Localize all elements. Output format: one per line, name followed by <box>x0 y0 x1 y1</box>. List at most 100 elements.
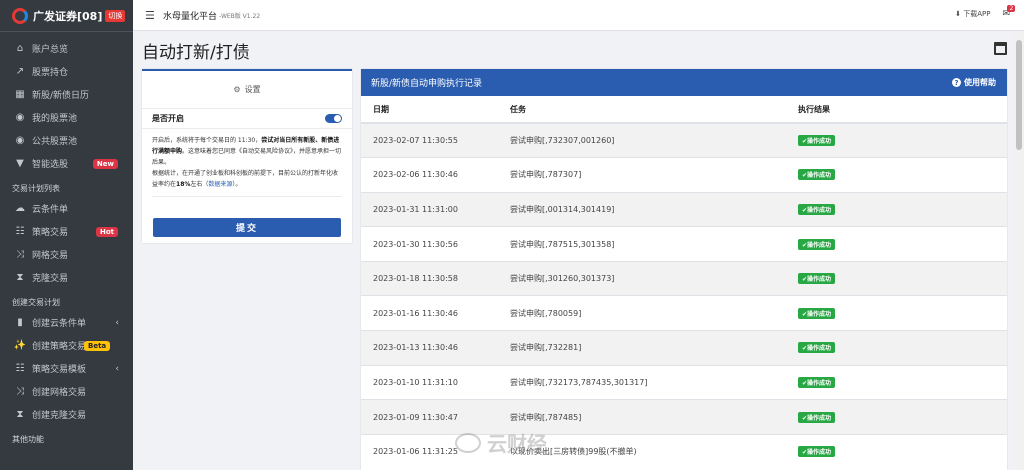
cell-date: 2023-01-18 11:30:58 <box>361 260 498 296</box>
sidebar-item[interactable]: ✨ 创建策略交易 Beta <box>0 334 133 357</box>
sidebar-item[interactable]: ↗ 股票持仓 <box>0 60 133 83</box>
help-link[interactable]: ? 使用帮助 <box>952 77 996 88</box>
sidebar-item-label: 网格交易 <box>32 251 69 261</box>
sidebar-item[interactable]: ⧗ 克隆交易 <box>0 266 133 289</box>
cell-result: 操作成功 <box>786 295 1007 331</box>
hourglass-icon: ⧗ <box>16 272 24 283</box>
cell-result: 操作成功 <box>786 399 1007 435</box>
cell-task: 尝试申购[,001314,301419] <box>498 191 786 227</box>
cell-result: 操作成功 <box>786 364 1007 400</box>
sidebar-item-label: 股票持仓 <box>32 68 69 78</box>
sidebar-item-label: 策略交易模板 <box>32 365 87 375</box>
cell-task: 尝试申购[,301260,301373] <box>498 260 786 296</box>
cell-task: 尝试申购[,787515,301358] <box>498 226 786 262</box>
cell-result: 操作成功 <box>786 226 1007 262</box>
gear-icon: ⚙ <box>233 85 241 94</box>
table-row: 2023-01-31 11:31:00尝试申购[,001314,301419] 操… <box>361 191 1007 227</box>
sitemap-icon: ☷ <box>15 363 25 374</box>
status-badge: 操作成功 <box>798 238 836 250</box>
page-scrollbar[interactable] <box>1014 32 1024 470</box>
cell-date: 2023-02-07 11:30:55 <box>361 122 498 158</box>
status-badge: 操作成功 <box>798 203 836 215</box>
enable-toggle[interactable] <box>325 114 342 123</box>
filter-icon: ▼ <box>16 158 24 169</box>
sidebar-item-label: 公共股票池 <box>32 137 78 147</box>
sidebar-item[interactable]: ⧗ 创建克隆交易 <box>0 403 133 426</box>
brand-name: 广发证券[08] <box>33 9 103 23</box>
sidebar-item[interactable]: ◉ 公共股票池 <box>0 129 133 152</box>
cell-result: 操作成功 <box>786 157 1007 193</box>
sidebar-section-other: 其他功能 <box>12 435 44 444</box>
sidebar-item-label: 创建策略交易 <box>32 342 87 352</box>
hamburger-menu-icon[interactable]: ☰ <box>145 9 155 22</box>
switch-account-button[interactable]: 切换 <box>105 9 126 22</box>
sidebar-item[interactable]: ▮ 创建云条件单 ‹ <box>0 311 133 334</box>
records-title: 新股/新债自动申购执行记录 <box>371 79 483 89</box>
data-source-link[interactable]: 数据来源 <box>208 181 232 188</box>
sidebar-section-plans: 交易计划列表 <box>12 184 60 193</box>
topbar: ☰ 水母量化平台 -WEB版 V1.22 ⬇ 下载APP ✉ 2 <box>133 0 1024 31</box>
sidebar-item[interactable]: ▦ 新股/新债日历 <box>0 83 133 106</box>
sidebar-item[interactable]: ☷ 策略交易 Hot <box>0 220 133 243</box>
chevron-left-icon: ‹ <box>115 317 119 328</box>
sidebar-item-label: 策略交易 <box>32 228 69 238</box>
table-row: 2023-01-16 11:30:46尝试申购[,780059] 操作成功 <box>361 295 1007 331</box>
sidebar-item-label: 创建网格交易 <box>32 388 87 398</box>
settings-header-label: 设置 <box>244 85 261 94</box>
sidebar-item[interactable]: ▼ 智能选股 New <box>0 152 133 175</box>
desc-text: ）。 <box>232 181 242 188</box>
chart-line-icon: ↗ <box>15 66 25 77</box>
table-row: 2023-01-18 11:30:58尝试申购[,301260,301373] 操… <box>361 260 1007 296</box>
cloud-icon: ☁ <box>15 203 25 214</box>
sidebar-item[interactable]: ⤨ 创建网格交易 <box>0 380 133 403</box>
message-count-badge: 2 <box>1007 5 1016 12</box>
sidebar-item[interactable]: ⤨ 网格交易 <box>0 243 133 266</box>
download-icon: ⬇ <box>955 10 961 18</box>
submit-button[interactable]: 提交 <box>153 218 341 237</box>
settings-header: ⚙ 设置 <box>142 71 352 109</box>
status-badge: 操作成功 <box>798 307 836 319</box>
download-app-link[interactable]: ⬇ 下载APP <box>955 9 990 19</box>
sitemap-icon: ☷ <box>15 226 25 237</box>
description-paragraph-1: 开启后，系统将于每个交易日的 11:30，尝试对当日所有新股、新债进行满额申购。… <box>152 135 342 168</box>
records-header: 新股/新债自动申购执行记录 ? 使用帮助 <box>361 69 1007 96</box>
home-icon: ⌂ <box>16 43 24 54</box>
records-table: 日期 任务 执行结果 2023-02-07 11:30:55 尝试申购[,7323… <box>361 96 1007 469</box>
calendar-icon[interactable] <box>994 42 1007 55</box>
sidebar-item[interactable]: ◉ 我的股票池 <box>0 106 133 129</box>
cell-result: 操作成功 <box>786 433 1007 469</box>
cell-date: 2023-01-30 11:30:56 <box>361 226 498 262</box>
column-header-task: 任务 <box>498 96 786 124</box>
sidebar-item-label: 创建云条件单 <box>32 319 87 329</box>
sidebar-item[interactable]: ☁ 云条件单 <box>0 197 133 220</box>
enable-row: 是否开启 <box>142 109 352 129</box>
settings-card: ⚙ 设置 是否开启 开启后，系统将于每个交易日的 11:30，尝试对当日所有新股… <box>142 69 352 243</box>
status-badge: 操作成功 <box>798 273 836 285</box>
table-header-row: 日期 任务 执行结果 <box>361 96 1007 124</box>
table-row: 2023-02-07 11:30:55尝试申购[,732307,001260] 操… <box>361 122 1007 158</box>
sidebar-item[interactable]: ⌂ 账户总览 <box>0 37 133 60</box>
sidebar-tag-badge: New <box>92 158 118 169</box>
cell-task: 尝试申购[,787307] <box>498 157 786 193</box>
cell-task: 尝试申购[,732173,787435,301317] <box>498 364 786 400</box>
messages-button[interactable]: ✉ 2 <box>1002 5 1016 19</box>
status-badge: 操作成功 <box>798 169 836 181</box>
settings-description: 开启后，系统将于每个交易日的 11:30，尝试对当日所有新股、新债进行满额申购。… <box>142 129 352 190</box>
sidebar-item-label: 云条件单 <box>32 205 69 215</box>
cell-task: 尝试申购[,732281] <box>498 330 786 366</box>
records-card: 新股/新债自动申购执行记录 ? 使用帮助 日期 任务 执行结果 2023-02-0… <box>361 69 1007 470</box>
sidebar-section-create: 创建交易计划 <box>12 298 60 307</box>
cell-date: 2023-01-10 11:31:10 <box>361 364 498 400</box>
scroll-thumb[interactable] <box>1016 40 1022 150</box>
cell-task: 尝试申购[,780059] <box>498 295 786 331</box>
coins-icon: ◉ <box>15 112 25 123</box>
description-paragraph-2: 根据统计，在开通了创业板和科创板的前提下，目前公认的打新年化收益率约在18%左右… <box>152 168 342 190</box>
divider <box>152 196 342 197</box>
cell-result: 操作成功 <box>786 330 1007 366</box>
desc-bold: 18% <box>176 181 191 188</box>
sidebar-brand[interactable]: 广发证券[08] 切换 <box>0 0 133 32</box>
sidebar-item[interactable]: ☷ 策略交易模板 ‹ <box>0 357 133 380</box>
sidebar-item-label: 我的股票池 <box>32 114 78 124</box>
desc-text: 左右（ <box>190 181 209 188</box>
question-icon: ? <box>952 78 961 87</box>
